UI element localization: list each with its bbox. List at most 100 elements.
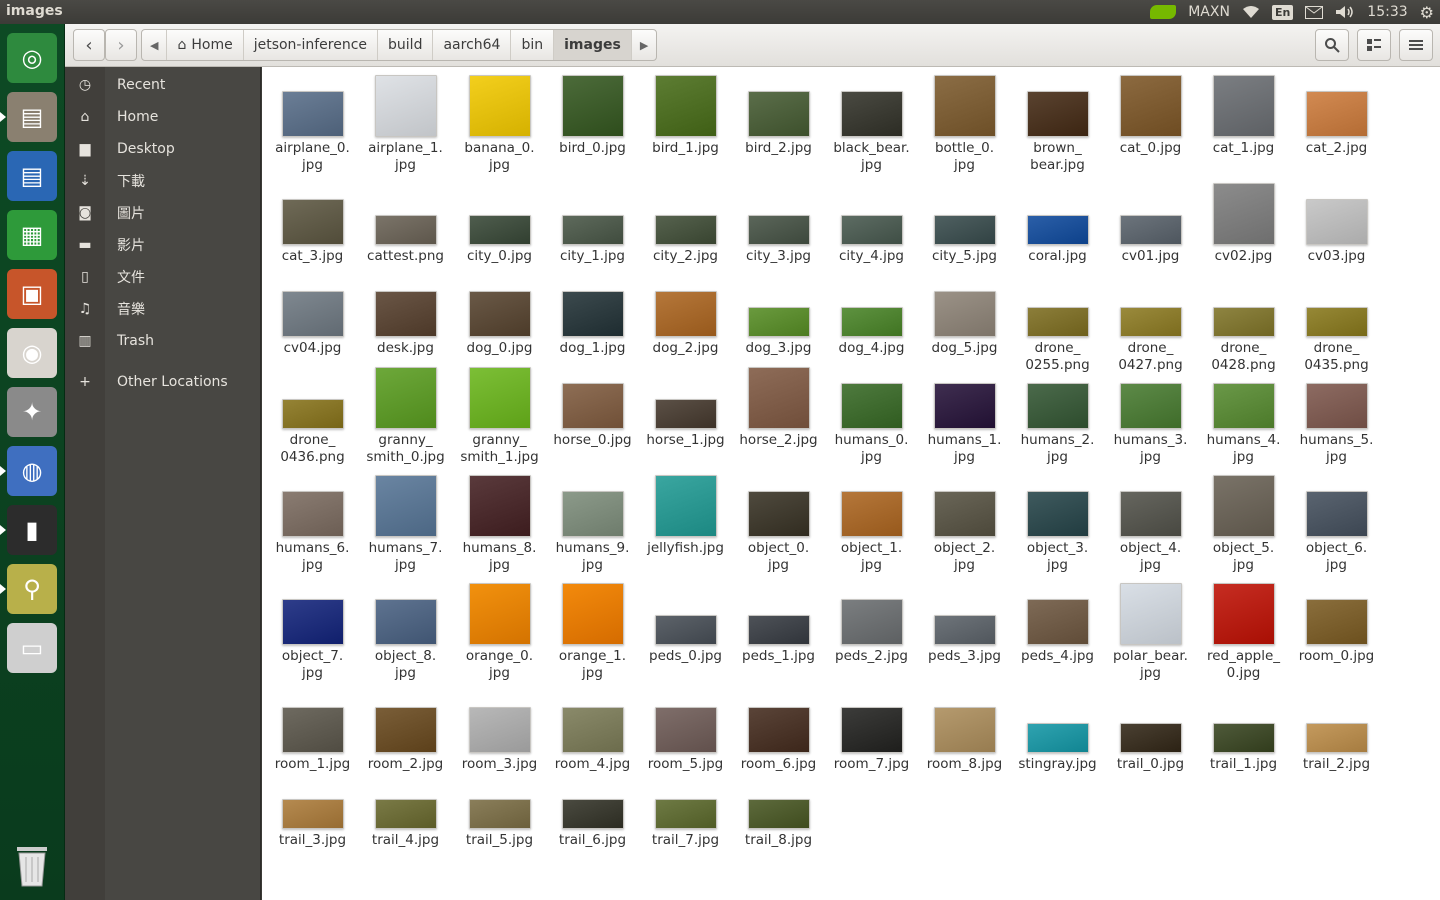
sidebar-item-5[interactable]: ◙ 圖片	[65, 197, 261, 229]
breadcrumb-item-build[interactable]: build	[378, 30, 434, 60]
gear-icon[interactable]: ⚙	[1420, 3, 1434, 22]
file-item[interactable]: dog_0.jpg	[453, 273, 546, 357]
file-item[interactable]: dog_4.jpg	[825, 273, 918, 357]
file-item[interactable]: trail_7.jpg	[639, 765, 732, 849]
file-item[interactable]: city_2.jpg	[639, 181, 732, 265]
file-item[interactable]: trail_6.jpg	[546, 765, 639, 849]
view-toggle-button[interactable]	[1357, 29, 1391, 61]
file-item[interactable]: cat_2.jpg	[1290, 73, 1383, 157]
file-item[interactable]: object_8. jpg	[359, 581, 452, 682]
chromium-icon[interactable]: ◍	[7, 446, 57, 496]
file-item[interactable]: drone_ 0255.png	[1011, 273, 1104, 374]
file-item[interactable]: peds_0.jpg	[639, 581, 732, 665]
file-item[interactable]: horse_1.jpg	[639, 365, 732, 449]
menu-button[interactable]	[1399, 29, 1433, 61]
breadcrumb-item-aarch64[interactable]: aarch64	[433, 30, 512, 60]
file-item[interactable]: room_8.jpg	[918, 689, 1011, 773]
breadcrumb-item-home[interactable]: ⌂ Home	[167, 30, 244, 60]
file-item[interactable]: humans_6. jpg	[266, 473, 359, 574]
breadcrumb-scroll-left-button[interactable]: ◀	[142, 30, 168, 60]
file-item[interactable]: city_5.jpg	[918, 181, 1011, 265]
file-item[interactable]: humans_7. jpg	[359, 473, 452, 574]
file-item[interactable]: object_4. jpg	[1104, 473, 1197, 574]
file-item[interactable]: peds_1.jpg	[732, 581, 825, 665]
gpu-mode-indicator[interactable]: MAXN	[1188, 4, 1230, 20]
file-item[interactable]: trail_5.jpg	[453, 765, 546, 849]
file-item[interactable]: orange_1. jpg	[546, 581, 639, 682]
file-item[interactable]: granny_ smith_1.jpg	[453, 365, 546, 466]
sidebar-item-3[interactable]: ▆ Desktop	[65, 133, 261, 165]
breadcrumb-item-bin[interactable]: bin	[511, 30, 555, 60]
sidebar-item-1[interactable]: ◷ Recent	[65, 69, 261, 101]
sidebar-item-2[interactable]: ⌂ Home	[65, 101, 261, 133]
calc-icon[interactable]: ▦	[7, 210, 57, 260]
file-item[interactable]: dog_5.jpg	[918, 273, 1011, 357]
file-item[interactable]: object_6. jpg	[1290, 473, 1383, 574]
file-item[interactable]: dog_3.jpg	[732, 273, 825, 357]
sidebar-item-10[interactable]: + Other Locations	[65, 366, 261, 398]
file-item[interactable]: drone_ 0435.png	[1290, 273, 1383, 374]
sidebar-item-9[interactable]: ▥ Trash	[65, 325, 261, 357]
software-center-icon[interactable]: ◉	[7, 328, 57, 378]
file-item[interactable]: trail_4.jpg	[359, 765, 452, 849]
breadcrumb-item-jetson-inference[interactable]: jetson-inference	[244, 30, 379, 60]
file-item[interactable]: cv02.jpg	[1197, 181, 1290, 265]
file-item[interactable]: room_4.jpg	[546, 689, 639, 773]
file-item[interactable]: peds_4.jpg	[1011, 581, 1104, 665]
file-item[interactable]: cv03.jpg	[1290, 181, 1383, 265]
file-item[interactable]: object_2. jpg	[918, 473, 1011, 574]
forward-button[interactable]: ›	[105, 29, 137, 61]
file-item[interactable]: cat_1.jpg	[1197, 73, 1290, 157]
nvidia-icon[interactable]	[1150, 5, 1177, 19]
file-item[interactable]: humans_4. jpg	[1197, 365, 1290, 466]
breadcrumb-scroll-right-button[interactable]: ▶	[632, 30, 656, 60]
file-item[interactable]: airplane_1. jpg	[359, 73, 452, 174]
file-item[interactable]: desk.jpg	[359, 273, 452, 357]
wifi-icon[interactable]	[1242, 5, 1260, 19]
file-item[interactable]: object_3. jpg	[1011, 473, 1104, 574]
file-item[interactable]: bird_1.jpg	[639, 73, 732, 157]
file-item[interactable]: trail_1.jpg	[1197, 689, 1290, 773]
file-item[interactable]: humans_9. jpg	[546, 473, 639, 574]
file-item[interactable]: horse_0.jpg	[546, 365, 639, 449]
keyboard-language-indicator[interactable]: En	[1271, 4, 1294, 20]
image-viewer-icon[interactable]: ⚲	[7, 564, 57, 614]
file-item[interactable]: brown_ bear.jpg	[1011, 73, 1104, 174]
file-item[interactable]: room_0.jpg	[1290, 581, 1383, 665]
file-item[interactable]: object_5. jpg	[1197, 473, 1290, 574]
file-item[interactable]: room_3.jpg	[453, 689, 546, 773]
file-item[interactable]: city_4.jpg	[825, 181, 918, 265]
file-item[interactable]: room_1.jpg	[266, 689, 359, 773]
search-button[interactable]	[1315, 29, 1349, 61]
file-item[interactable]: object_7. jpg	[266, 581, 359, 682]
file-item[interactable]: drone_ 0428.png	[1197, 273, 1290, 374]
sidebar-item-6[interactable]: ▬ 影片	[65, 229, 261, 261]
file-item[interactable]: granny_ smith_0.jpg	[359, 365, 452, 466]
sidebar-item-7[interactable]: ▯ 文件	[65, 261, 261, 293]
sidebar-item-8[interactable]: ♫ 音樂	[65, 293, 261, 325]
file-item[interactable]: room_7.jpg	[825, 689, 918, 773]
file-item[interactable]: humans_1. jpg	[918, 365, 1011, 466]
file-item[interactable]: trail_0.jpg	[1104, 689, 1197, 773]
file-item[interactable]: city_1.jpg	[546, 181, 639, 265]
file-item[interactable]: humans_2. jpg	[1011, 365, 1104, 466]
file-item[interactable]: bird_2.jpg	[732, 73, 825, 157]
file-item[interactable]: humans_5. jpg	[1290, 365, 1383, 466]
terminal-icon[interactable]: ▮	[7, 505, 57, 555]
file-item[interactable]: peds_3.jpg	[918, 581, 1011, 665]
file-item[interactable]: city_0.jpg	[453, 181, 546, 265]
file-manager-icon[interactable]: ▤	[7, 92, 57, 142]
file-item[interactable]: humans_3. jpg	[1104, 365, 1197, 466]
file-item[interactable]: cv01.jpg	[1104, 181, 1197, 265]
writer-icon[interactable]: ▤	[7, 151, 57, 201]
file-item[interactable]: room_5.jpg	[639, 689, 732, 773]
launcher-trash-icon[interactable]	[7, 840, 57, 890]
sidebar-item-4[interactable]: ⇣ 下載	[65, 165, 261, 197]
file-item[interactable]: black_bear. jpg	[825, 73, 918, 174]
file-item[interactable]: orange_0. jpg	[453, 581, 546, 682]
drive-icon[interactable]: ▭	[7, 623, 57, 673]
back-button[interactable]: ‹	[73, 29, 105, 61]
file-item[interactable]: bottle_0. jpg	[918, 73, 1011, 174]
impress-icon[interactable]: ▣	[7, 269, 57, 319]
file-item[interactable]: airplane_0. jpg	[266, 73, 359, 174]
